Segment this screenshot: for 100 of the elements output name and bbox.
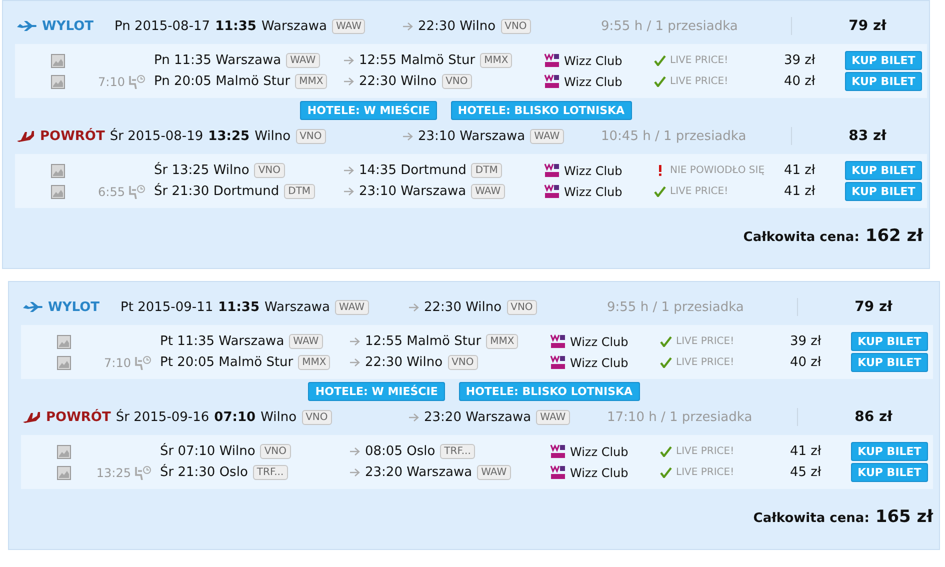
airline-logo-icon: [544, 74, 560, 89]
check-icon: [660, 336, 672, 347]
airline-name: Wizz Club: [570, 444, 628, 458]
airport-code: DTM: [471, 163, 502, 178]
buy-ticket-button[interactable]: KUP BILET: [845, 161, 922, 180]
leg-label: WYLOT: [42, 18, 94, 34]
airport-code: TRF...: [252, 465, 288, 480]
departure-time: 11:35: [218, 300, 260, 314]
leg-price: 86 zł: [854, 409, 892, 425]
buy-ticket-button[interactable]: KUP BILET: [845, 51, 922, 70]
airline-logo-icon: [544, 163, 560, 178]
segment-arrival: 23:20 Warszawa: [365, 465, 472, 480]
airline-name: Wizz Club: [570, 356, 628, 370]
airline-name: Wizz Club: [564, 54, 622, 68]
price-status: LIVE PRICE!: [676, 336, 734, 347]
price-status: LIVE PRICE!: [676, 446, 734, 457]
segment-price: 40 zł: [783, 74, 816, 89]
total-price: 165 zł: [875, 507, 933, 527]
hotel-button[interactable]: HOTELE: BLISKO LOTNISKA: [458, 382, 640, 401]
check-icon: [660, 357, 672, 368]
price-status: LIVE PRICE!: [676, 357, 734, 368]
airline-name: Wizz Club: [570, 466, 628, 480]
airline-name: Wizz Club: [564, 74, 622, 88]
arrow-icon: [344, 187, 354, 196]
arrow-icon: [409, 412, 419, 422]
buy-ticket-button[interactable]: KUP BILET: [845, 72, 922, 91]
airline-logo-icon: [550, 444, 566, 459]
plane-icon: [17, 21, 37, 31]
airport-code: VNO: [296, 128, 326, 144]
buy-ticket-button[interactable]: KUP BILET: [851, 463, 928, 482]
leg-price: 79 zł: [854, 299, 892, 315]
departure-date: Śr 2015-09-16: [116, 410, 210, 424]
duration-text: 9:55 h / 1 przesiadka: [601, 18, 739, 34]
airline-logo-icon: [550, 334, 566, 349]
arrow-icon: [403, 22, 413, 30]
leg-label: POWRÓT: [40, 128, 105, 144]
segment-price: 41 zł: [783, 184, 816, 199]
departure-city: Wilno: [254, 128, 291, 144]
check-icon: [654, 55, 666, 66]
segment-price: 39 zł: [783, 53, 816, 68]
airport-code: MMX: [295, 74, 328, 89]
plane-icon: [23, 302, 43, 312]
image-placeholder-icon: [57, 444, 71, 458]
arrow-icon: [409, 302, 419, 312]
arrow-icon: [350, 358, 360, 367]
airport-code: MMX: [486, 334, 518, 349]
layover-time: 13:25: [96, 466, 131, 480]
image-placeholder-icon: [57, 356, 71, 370]
segment-departure: Śr 07:10 Wilno: [160, 444, 256, 459]
airport-code: WAW: [286, 53, 320, 68]
segment-departure: Pt 11:35 Warszawa: [160, 334, 284, 349]
airport-code: MMX: [298, 355, 330, 370]
hotel-button[interactable]: HOTELE: BLISKO LOTNISKA: [450, 101, 632, 120]
buy-ticket-button[interactable]: KUP BILET: [851, 332, 928, 351]
arrow-icon: [344, 56, 354, 65]
check-icon: [654, 186, 666, 197]
segment-departure: Śr 21:30 Dortmund: [154, 184, 280, 199]
leg-label: WYLOT: [48, 300, 100, 314]
image-placeholder-icon: [51, 164, 65, 178]
segment-arrival: 23:10 Warszawa: [359, 184, 466, 199]
airport-code: VNO: [254, 163, 285, 178]
airline-name: Wizz Club: [570, 334, 628, 348]
segment-departure: Pn 11:35 Warszawa: [154, 53, 282, 68]
segment-arrival: 12:55 Malmö Stur: [365, 334, 482, 349]
departure-city: Warszawa: [264, 300, 330, 314]
seat-clock-icon: [134, 355, 152, 370]
check-icon: [660, 446, 672, 457]
hotel-button[interactable]: HOTELE: W MIEŚCIE: [308, 382, 445, 401]
total-label: Całkowita cena:: [743, 230, 860, 245]
segment-price: 41 zł: [789, 444, 822, 459]
segment-departure: Śr 21:30 Oslo: [160, 465, 248, 480]
segment-arrival: 22:30 Wilno: [359, 74, 437, 89]
airport-code: DTM: [284, 184, 315, 199]
buy-ticket-button[interactable]: KUP BILET: [845, 182, 922, 201]
buy-ticket-button[interactable]: KUP BILET: [851, 353, 928, 372]
price-status: LIVE PRICE!: [670, 55, 728, 66]
airline-logo-icon: [544, 53, 560, 68]
airline-logo-icon: [550, 465, 566, 480]
price-status: LIVE PRICE!: [676, 467, 734, 478]
segment-arrival: 14:35 Dortmund: [359, 163, 466, 178]
departure-time: 13:25: [208, 128, 250, 144]
arrow-icon: [350, 447, 360, 456]
segment-price: 39 zł: [789, 334, 822, 349]
image-placeholder-icon: [51, 54, 65, 68]
airport-code: WAW: [471, 184, 505, 199]
arrow-icon: [403, 132, 413, 140]
arrival-info: 22:30 Wilno: [424, 300, 502, 314]
airport-code: VNO: [506, 300, 537, 314]
arrow-icon: [350, 468, 360, 477]
image-placeholder-icon: [57, 466, 71, 480]
layover-time: 7:10: [104, 356, 131, 370]
segment-arrival: 08:05 Oslo: [365, 444, 436, 459]
buy-ticket-button[interactable]: KUP BILET: [851, 442, 928, 461]
segment-arrival: 12:55 Malmö Stur: [359, 53, 476, 68]
price-status: NIE POWIODŁO SIĘ: [670, 165, 765, 176]
hotel-button[interactable]: HOTELE: W MIEŚCIE: [300, 101, 437, 120]
image-placeholder-icon: [51, 74, 65, 88]
segment-arrival: 22:30 Wilno: [365, 355, 443, 370]
duration-text: 10:45 h / 1 przesiadka: [601, 128, 748, 144]
segment-departure: Śr 13:25 Wilno: [154, 163, 250, 178]
